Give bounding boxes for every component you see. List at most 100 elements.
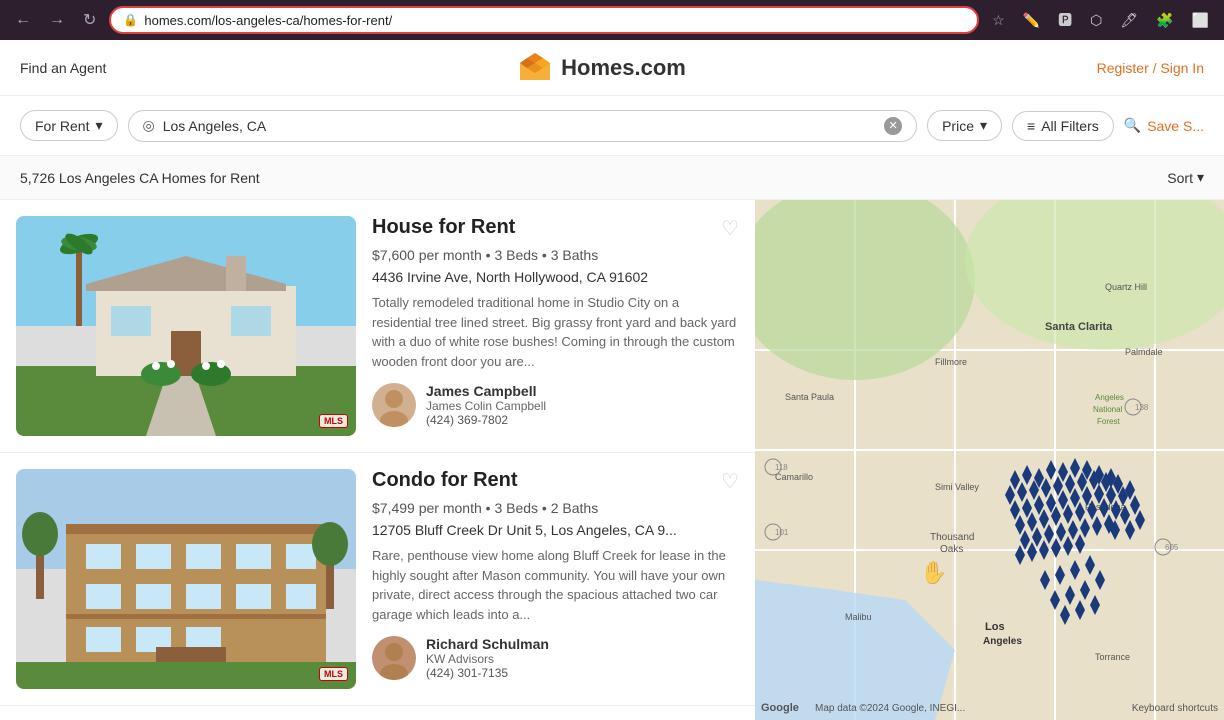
extension3-icon[interactable]: 🧩 (1151, 10, 1178, 31)
address-bar[interactable]: 🔒 (109, 6, 979, 34)
agent-company-1: James Colin Campbell (426, 399, 546, 413)
mls-badge-2: MLS (319, 667, 348, 681)
agent-info-1: James Campbell James Colin Campbell (424… (426, 383, 546, 427)
listing-title-1: House for Rent (372, 216, 515, 239)
location-input-wrapper: ◎ ✕ (128, 110, 918, 142)
location-target-icon: ◎ (143, 117, 155, 134)
svg-text:Santa Clarita: Santa Clarita (1045, 321, 1113, 333)
keyboard-shortcuts[interactable]: Keyboard shortcuts (1132, 703, 1218, 714)
mls-badge-1: MLS (319, 414, 348, 428)
svg-text:605: 605 (1165, 543, 1179, 552)
logo-icon (517, 50, 553, 86)
price-chevron-icon: ▾ (980, 117, 987, 134)
agent-row-2: Richard Schulman KW Advisors (424) 301-7… (372, 636, 739, 680)
sort-button[interactable]: Sort ▾ (1167, 169, 1204, 186)
sort-label: Sort (1167, 170, 1193, 186)
favorite-button-1[interactable]: ♡ (721, 216, 739, 241)
svg-text:Angeles: Angeles (1095, 393, 1124, 402)
chevron-down-icon: ▾ (95, 117, 102, 134)
extension2-icon[interactable]: ⬡ (1085, 10, 1107, 31)
agent-avatar-1 (372, 383, 416, 427)
logo-text: Homes.com (561, 55, 686, 81)
listing-description-1: Totally remodeled traditional home in St… (372, 293, 739, 371)
listing-title-2: Condo for Rent (372, 469, 518, 492)
register-link[interactable]: Register / Sign In (1097, 60, 1204, 76)
listing-description-2: Rare, penthouse view home along Bluff Cr… (372, 546, 739, 624)
back-button[interactable]: ← (10, 9, 36, 31)
agent-avatar-svg-2 (372, 636, 416, 680)
all-filters-button[interactable]: ≡ All Filters (1012, 111, 1114, 141)
listing-price-2: $7,499 per month • 3 Beds • 2 Baths (372, 500, 739, 516)
save-search-button[interactable]: 🔍 Save S... (1124, 117, 1204, 134)
map-data-text: Map data ©2024 Google, INEGI... (815, 703, 965, 714)
agent-name-1: James Campbell (426, 383, 546, 399)
svg-text:Malibu: Malibu (845, 612, 872, 622)
clear-location-button[interactable]: ✕ (884, 117, 902, 135)
pencil-icon[interactable]: ✏️ (1018, 10, 1045, 31)
listings-panel: MLS House for Rent ♡ $7,600 per month • … (0, 200, 755, 720)
listing-card: MLS House for Rent ♡ $7,600 per month • … (0, 200, 755, 453)
all-filters-label: All Filters (1041, 118, 1099, 134)
extension-icon[interactable]: 🅿 (1053, 8, 1077, 32)
listing-image-2[interactable]: MLS (16, 469, 356, 689)
svg-text:138: 138 (1135, 403, 1149, 412)
svg-text:✋: ✋ (920, 560, 947, 585)
price-button[interactable]: Price ▾ (927, 110, 1002, 141)
agent-name-2: Richard Schulman (426, 636, 549, 652)
agent-phone-1: (424) 369-7802 (426, 413, 546, 427)
search-bar: For Rent ▾ ◎ ✕ Price ▾ ≡ All Filters 🔍 S… (0, 96, 1224, 156)
house1-svg (16, 216, 356, 436)
pen2-icon[interactable]: 🖊 (1115, 10, 1143, 31)
svg-text:Los: Los (985, 621, 1005, 633)
svg-text:Fillmore: Fillmore (935, 357, 967, 367)
listing-image-1[interactable]: MLS (16, 216, 356, 436)
svg-text:Santa Paula: Santa Paula (785, 392, 834, 402)
listing-price-1: $7,600 per month • 3 Beds • 3 Baths (372, 247, 739, 263)
url-input[interactable] (144, 13, 965, 28)
map-panel[interactable]: Santa Paula Fillmore Santa Clarita Camar… (755, 200, 1224, 720)
bookmark-button[interactable]: ☆ (987, 10, 1010, 31)
location-input[interactable] (163, 118, 876, 134)
search-icon: 🔍 (1124, 117, 1141, 134)
top-nav: Find an Agent Homes.com Register / Sign … (0, 40, 1224, 96)
svg-text:Quartz Hill: Quartz Hill (1105, 282, 1147, 292)
listing-address-2[interactable]: 12705 Bluff Creek Dr Unit 5, Los Angeles… (372, 522, 739, 538)
svg-text:National: National (1093, 405, 1123, 414)
svg-text:Oaks: Oaks (940, 544, 963, 555)
listing-title-row-2: Condo for Rent ♡ (372, 469, 739, 494)
favorite-button-2[interactable]: ♡ (721, 469, 739, 494)
lock-icon: 🔒 (123, 13, 138, 27)
for-rent-label: For Rent (35, 118, 89, 134)
agent-info-2: Richard Schulman KW Advisors (424) 301-7… (426, 636, 549, 680)
browser-chrome: ← → ↻ 🔒 ☆ ✏️ 🅿 ⬡ 🖊 🧩 ⬜ (0, 0, 1224, 40)
svg-text:Angeles: Angeles (983, 636, 1022, 647)
house2-svg (16, 469, 356, 689)
svg-text:Camarillo: Camarillo (775, 472, 813, 482)
listing-title-row-1: House for Rent ♡ (372, 216, 739, 241)
svg-text:Palmdale: Palmdale (1125, 347, 1163, 357)
svg-text:Simi Valley: Simi Valley (935, 482, 979, 492)
listing-details-1: House for Rent ♡ $7,600 per month • 3 Be… (372, 216, 739, 436)
svg-text:118: 118 (775, 463, 788, 472)
save-search-label: Save S... (1147, 118, 1204, 134)
google-badge: Google (761, 702, 799, 714)
svg-text:Thousand: Thousand (930, 532, 974, 543)
listing-details-2: Condo for Rent ♡ $7,499 per month • 3 Be… (372, 469, 739, 689)
agent-row-1: James Campbell James Colin Campbell (424… (372, 383, 739, 427)
for-rent-button[interactable]: For Rent ▾ (20, 110, 118, 141)
forward-button[interactable]: → (44, 9, 70, 31)
main-content: MLS House for Rent ♡ $7,600 per month • … (0, 200, 1224, 720)
refresh-button[interactable]: ↻ (78, 8, 101, 32)
tablet-icon[interactable]: ⬜ (1187, 10, 1214, 31)
listing-address-1[interactable]: 4436 Irvine Ave, North Hollywood, CA 916… (372, 269, 739, 285)
svg-text:101: 101 (775, 528, 789, 537)
listing-card-2: MLS Condo for Rent ♡ $7,499 per month • … (0, 453, 755, 706)
svg-text:Forest: Forest (1097, 417, 1120, 426)
find-agent-link[interactable]: Find an Agent (20, 60, 106, 76)
agent-avatar-2 (372, 636, 416, 680)
agent-company-2: KW Advisors (426, 652, 549, 666)
sort-chevron-icon: ▾ (1197, 169, 1204, 186)
svg-text:Torrance: Torrance (1095, 652, 1130, 662)
agent-phone-2: (424) 301-7135 (426, 666, 549, 680)
agent-avatar-svg-1 (372, 383, 416, 427)
